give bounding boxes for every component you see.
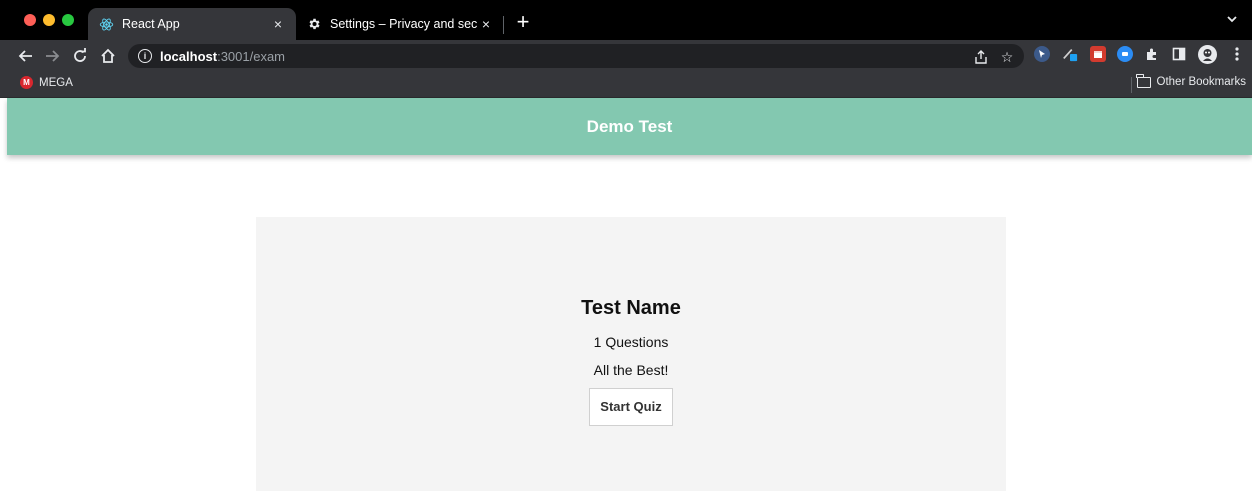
close-window-button[interactable] xyxy=(24,14,36,26)
url-path: :3001/exam xyxy=(217,48,286,64)
close-icon[interactable]: × xyxy=(478,16,494,32)
forward-arrow-icon[interactable] xyxy=(40,44,64,68)
mega-icon: M xyxy=(20,76,33,89)
folder-icon xyxy=(1136,73,1151,88)
question-count: 1 Questions xyxy=(593,334,669,350)
quiz-card-content: Test Name 1 Questions All the Best! Star… xyxy=(256,297,1006,426)
gear-icon xyxy=(306,16,322,32)
bookmark-label: MEGA xyxy=(39,76,73,89)
react-icon xyxy=(98,16,114,32)
back-arrow-icon[interactable] xyxy=(14,44,38,68)
bookmark-mega[interactable]: M MEGA xyxy=(20,76,73,89)
greeting-text: All the Best! xyxy=(593,362,669,378)
extensions-puzzle-icon[interactable] xyxy=(1144,46,1160,62)
test-name-heading: Test Name xyxy=(581,297,681,319)
extension-calendar-icon[interactable] xyxy=(1090,46,1106,62)
extension-blue-icon[interactable] xyxy=(1117,46,1133,62)
more-menu-icon[interactable] xyxy=(1229,46,1245,62)
start-quiz-button[interactable]: Start Quiz xyxy=(589,388,673,426)
tab-title: React App xyxy=(122,17,180,31)
url-host: localhost xyxy=(160,48,218,64)
tab-divider xyxy=(503,16,504,34)
bookmark-other-bookmarks[interactable]: Other Bookmarks xyxy=(1136,73,1246,88)
home-icon[interactable] xyxy=(96,44,120,68)
bookmark-star-icon[interactable]: ☆ xyxy=(998,48,1016,66)
extension-pen-icon[interactable] xyxy=(1062,46,1078,62)
app-title: Demo Test xyxy=(586,116,673,136)
bookmarks-divider xyxy=(1131,77,1132,93)
reload-icon[interactable] xyxy=(68,44,92,68)
quiz-card: Test Name 1 Questions All the Best! Star… xyxy=(256,217,1006,491)
share-icon[interactable] xyxy=(972,48,990,66)
tab-settings[interactable]: Settings – Privacy and security × xyxy=(298,8,504,40)
browser-toolbar: i localhost:3001/exam ☆ xyxy=(0,40,1252,72)
extension-cursor-icon[interactable] xyxy=(1034,46,1050,62)
address-bar[interactable]: i localhost:3001/exam ☆ xyxy=(128,44,1024,68)
site-info-icon[interactable]: i xyxy=(138,49,152,63)
app-header: Demo Test xyxy=(7,98,1252,155)
bookmarks-bar: M MEGA Other Bookmarks xyxy=(0,72,1252,98)
tab-strip: React App × Settings – Privacy and secur… xyxy=(0,0,1252,40)
new-tab-button[interactable]: + xyxy=(512,11,534,34)
tab-title: Settings – Privacy and security xyxy=(330,17,478,31)
profile-avatar-icon[interactable] xyxy=(1198,45,1217,64)
tab-react-app[interactable]: React App × xyxy=(88,8,296,40)
tab-search-chevron-icon[interactable] xyxy=(1226,13,1238,28)
minimize-window-button[interactable] xyxy=(43,14,55,26)
maximize-window-button[interactable] xyxy=(62,14,74,26)
bookmark-label: Other Bookmarks xyxy=(1156,76,1246,88)
close-icon[interactable]: × xyxy=(270,16,286,32)
side-panel-icon[interactable] xyxy=(1171,46,1187,62)
